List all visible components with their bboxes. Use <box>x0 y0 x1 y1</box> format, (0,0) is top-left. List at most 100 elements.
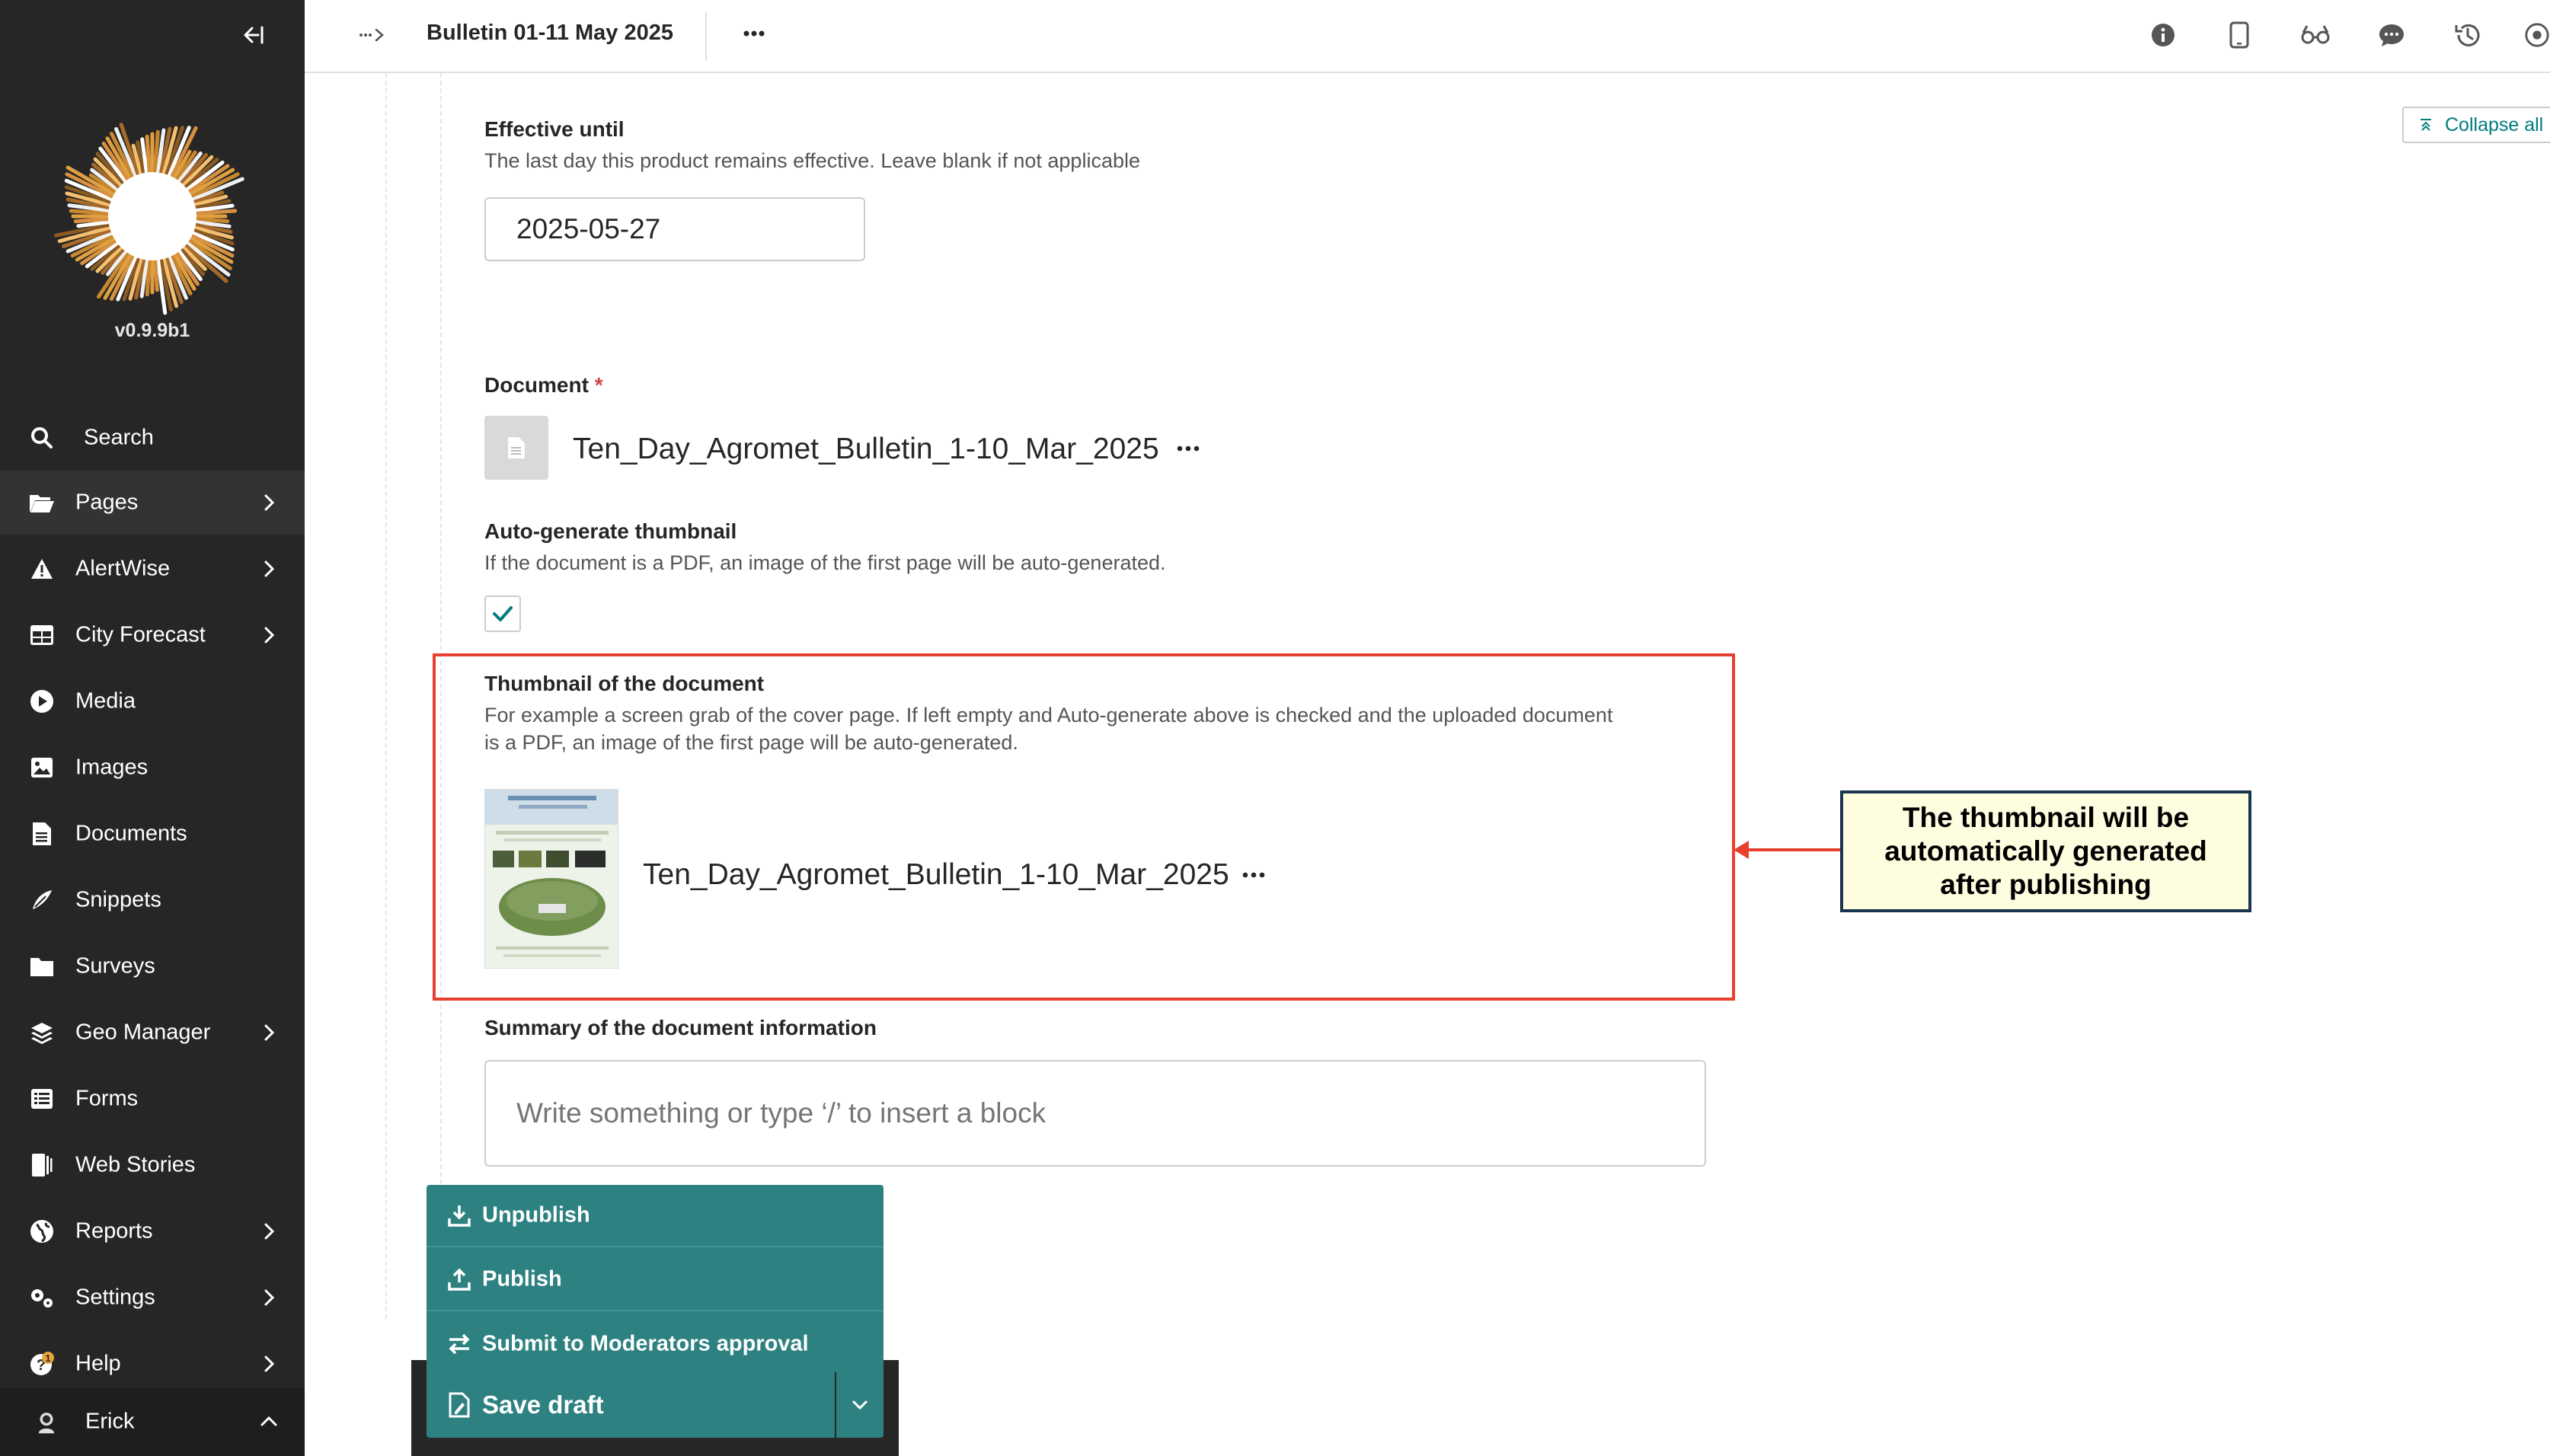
draft-file-icon <box>446 1392 472 1418</box>
sidebar-item-pages[interactable]: Pages <box>0 471 305 535</box>
sidebar-item-images[interactable]: Images <box>0 736 305 800</box>
sidebar-item-label: Reports <box>75 1218 153 1244</box>
folder-open-icon <box>29 490 55 516</box>
breadcrumb-toggle-icon[interactable] <box>358 21 388 49</box>
sidebar-item-label: Search <box>84 425 154 450</box>
sidebar-item-alertwise[interactable]: AlertWise <box>0 537 305 601</box>
logo-ray <box>153 258 159 292</box>
globe-icon <box>29 1218 55 1244</box>
comments-icon[interactable] <box>2375 18 2408 52</box>
app-version: v0.9.9b1 <box>114 320 190 341</box>
preview-eye-icon[interactable] <box>2524 18 2550 52</box>
chevron-right-icon <box>264 1223 275 1240</box>
auto-thumbnail-checkbox[interactable] <box>484 595 521 632</box>
document-actions-icon[interactable] <box>1173 437 1203 460</box>
thumbnail-file-name[interactable]: Ten_Day_Agromet_Bulletin_1-10_Mar_2025 <box>643 858 1229 892</box>
info-icon[interactable] <box>2146 18 2180 52</box>
sidebar-item-label: Geo Manager <box>75 1020 211 1045</box>
sidebar-item-web-stories[interactable]: Web Stories <box>0 1133 305 1197</box>
user-menu[interactable]: Erick <box>0 1387 305 1456</box>
thumbnail-preview[interactable] <box>484 789 618 969</box>
logo-ray <box>145 134 152 174</box>
sidebar-item-label: AlertWise <box>75 556 171 581</box>
document-file-name[interactable]: Ten_Day_Agromet_Bulletin_1-10_Mar_2025 <box>573 433 1159 466</box>
sidebar-item-settings[interactable]: Settings <box>0 1266 305 1330</box>
chevron-right-icon <box>264 627 275 643</box>
avatar <box>34 1409 59 1435</box>
auto-thumbnail-label: Auto-generate thumbnail <box>484 519 737 543</box>
more-save-options-button[interactable] <box>836 1372 884 1438</box>
publish-actions-dropdown: Unpublish Publish Submit to Moderators a… <box>427 1185 884 1372</box>
collapse-up-icon <box>2421 119 2431 131</box>
annotation-callout: The thumbnail will be automatically gene… <box>1840 790 2251 912</box>
summary-label: Summary of the document information <box>484 1016 877 1039</box>
table-icon <box>29 622 55 648</box>
logo-ray <box>194 209 238 216</box>
history-icon[interactable] <box>2451 18 2484 52</box>
top-header: Bulletin 01-11 May 2025 <box>305 0 2550 73</box>
sidebar-item-reports[interactable]: Reports <box>0 1199 305 1263</box>
collapse-sidebar-icon[interactable] <box>238 20 268 50</box>
sidebar-item-surveys[interactable]: Surveys <box>0 934 305 998</box>
sidebar-item-label: Surveys <box>75 953 155 979</box>
chevron-right-icon <box>264 1355 275 1372</box>
image-icon <box>29 755 55 781</box>
chevron-right-icon <box>264 1289 275 1306</box>
sidebar-item-geo-manager[interactable]: Geo Manager <box>0 1001 305 1065</box>
save-draft-label: Save draft <box>482 1391 604 1419</box>
publish-button[interactable]: Publish <box>427 1249 884 1311</box>
annotation-arrow <box>1734 841 1843 859</box>
warning-icon <box>29 556 55 582</box>
sidebar-item-forms[interactable]: Forms <box>0 1067 305 1131</box>
sidebar: v0.9.9b1 Search Pages AlertWise City For… <box>0 0 305 1456</box>
chevron-right-icon <box>264 1024 275 1041</box>
thumbnail-help-line1: For example a screen grab of the cover p… <box>484 704 1613 726</box>
checkmark-icon <box>493 606 513 621</box>
play-icon <box>29 688 55 714</box>
sidebar-item-search[interactable]: Search <box>0 406 305 470</box>
unpublish-button[interactable]: Unpublish <box>427 1185 884 1247</box>
sidebar-item-label: Forms <box>75 1086 139 1111</box>
logo-center <box>108 172 197 260</box>
sidebar-item-help[interactable]: ? 1 Help <box>0 1332 305 1396</box>
folder-icon <box>29 953 55 979</box>
sidebar-item-media[interactable]: Media <box>0 669 305 733</box>
auto-thumbnail-help: If the document is a PDF, an image of th… <box>484 551 1166 574</box>
save-draft-button[interactable]: Save draft <box>427 1372 835 1438</box>
chevron-right-icon <box>264 494 275 511</box>
sidebar-item-documents[interactable]: Documents <box>0 802 305 866</box>
layers-icon <box>29 1020 55 1046</box>
sidebar-item-label: Media <box>75 688 136 714</box>
snippet-icon <box>29 887 55 913</box>
effective-until-field[interactable]: 2025-05-27 <box>484 197 865 261</box>
sidebar-item-snippets[interactable]: Snippets <box>0 868 305 932</box>
help-icon: ? 1 <box>29 1351 55 1377</box>
collapse-all-button[interactable]: Collapse all <box>2402 107 2550 143</box>
user-name: Erick <box>85 1409 135 1434</box>
effective-until-help: The last day this product remains effect… <box>484 149 1140 172</box>
effective-until-label: Effective until <box>484 117 625 141</box>
stories-icon <box>29 1152 55 1178</box>
document-file-icon <box>484 416 548 480</box>
document-label: Document * <box>484 373 603 398</box>
sidebar-item-city-forecast[interactable]: City Forecast <box>0 603 305 667</box>
accessibility-check-icon[interactable] <box>2299 18 2332 52</box>
doc-icon <box>29 821 55 847</box>
help-badge: 1 <box>45 1352 50 1364</box>
unpublish-label: Unpublish <box>482 1202 590 1228</box>
header-divider <box>705 12 707 61</box>
gutter-line <box>385 73 387 1319</box>
collapse-all-label: Collapse all <box>2445 113 2544 136</box>
sidebar-item-label: Documents <box>75 821 187 846</box>
submit-moderation-button[interactable]: Submit to Moderators approval <box>427 1313 884 1375</box>
page-title: Bulletin 01-11 May 2025 <box>427 21 673 45</box>
search-icon <box>29 425 55 451</box>
more-actions-icon[interactable] <box>731 18 777 49</box>
summary-rich-text-field[interactable]: Write something or type ‘/’ to insert a … <box>484 1060 1706 1167</box>
sidebar-item-label: Web Stories <box>75 1152 196 1177</box>
mobile-preview-icon[interactable] <box>2222 18 2256 52</box>
editor-main: Collapse all Effective until The last da… <box>305 73 2550 1456</box>
swap-arrows-icon <box>446 1331 472 1357</box>
thumbnail-actions-icon[interactable] <box>1238 864 1269 886</box>
app-logo[interactable] <box>52 116 253 317</box>
